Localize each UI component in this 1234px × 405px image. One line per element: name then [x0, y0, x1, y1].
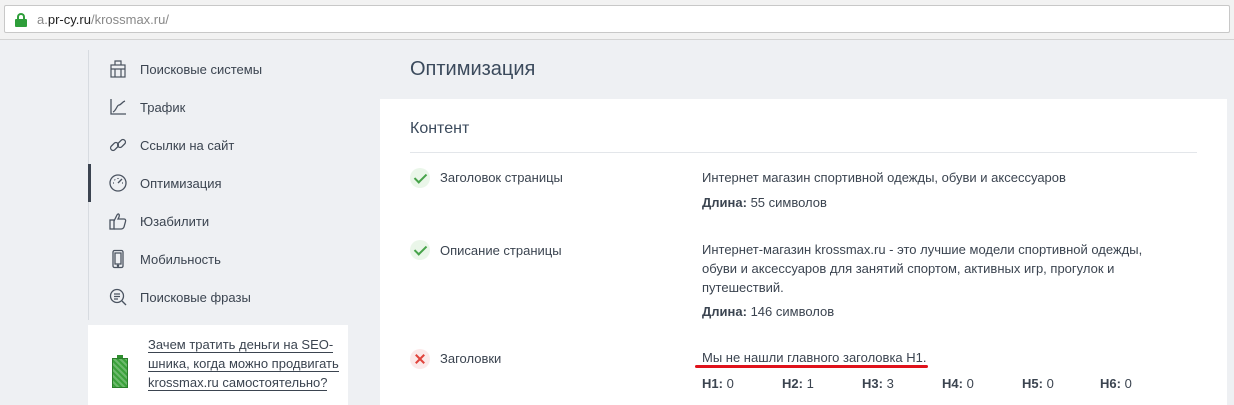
divider	[410, 152, 1197, 153]
check-icon	[410, 240, 430, 260]
url-field[interactable]: a.pr-cy.ru/krossmax.ru/	[4, 5, 1230, 33]
sidebar-item-label: Юзабилити	[140, 213, 210, 229]
speedometer-icon	[109, 174, 127, 192]
check-icon	[410, 168, 430, 188]
sidebar-item-label: Трафик	[140, 99, 186, 115]
row-value-headings: Мы не нашли главного заголовка H1.	[695, 350, 928, 368]
sidebar-item-label: Ссылки на сайт	[140, 137, 235, 153]
browser-address-bar: a.pr-cy.ru/krossmax.ru/	[0, 0, 1234, 40]
promo-link[interactable]: Зачем тратить деньги на SEO-шника, когда…	[148, 335, 343, 392]
search-phrases-icon	[109, 288, 127, 306]
red-underline-annotation	[695, 365, 928, 368]
search-engines-icon	[110, 60, 126, 78]
sidebar-item-label: Поисковые фразы	[140, 289, 251, 305]
section-title: Контент	[410, 120, 470, 137]
heading-count-h6: H6: 0	[1100, 376, 1132, 391]
sidebar-item-search-phrases[interactable]: Поисковые фразы	[88, 278, 350, 316]
row-value-page-description: Интернет-магазин krossmax.ru - это лучши…	[702, 242, 1143, 295]
lock-icon	[15, 13, 27, 27]
content-panel: Контент Заголовок страницы Интернет мага…	[380, 99, 1227, 405]
sidebar-item-links[interactable]: Ссылки на сайт	[88, 126, 350, 164]
sidebar-item-mobile[interactable]: Мобильность	[88, 240, 350, 278]
row-label-page-description: Описание страницы	[440, 243, 562, 258]
page-title: Оптимизация	[410, 58, 536, 80]
sidebar-item-usability[interactable]: Юзабилити	[88, 202, 350, 240]
sidebar-item-traffic[interactable]: Трафик	[88, 88, 350, 126]
promo-card[interactable]: Зачем тратить деньги на SEO-шника, когда…	[88, 325, 348, 405]
heading-count-h1: H1: 0	[702, 376, 734, 391]
row-label-page-title: Заголовок страницы	[440, 170, 563, 185]
heading-count-h5: H5: 0	[1022, 376, 1054, 391]
sidebar-item-search-engines[interactable]: Поисковые системы	[88, 50, 350, 88]
sidebar-item-label: Поисковые системы	[140, 61, 263, 77]
heading-count-h3: H3: 3	[862, 376, 894, 391]
thumbs-up-icon	[109, 213, 127, 230]
row-meta-page-title: Длина: 55 символов	[702, 195, 827, 210]
sidebar-item-label: Оптимизация	[140, 175, 222, 191]
url-text[interactable]: a.pr-cy.ru/krossmax.ru/	[37, 12, 169, 27]
row-meta-page-description: Длина: 146 символов	[702, 304, 835, 319]
row-label-headings: Заголовки	[440, 351, 502, 366]
traffic-chart-icon	[110, 99, 126, 115]
battery-icon	[112, 355, 128, 388]
row-value-page-title: Интернет магазин спортивной одежды, обув…	[702, 170, 1066, 185]
sidebar-item-optimization[interactable]: Оптимизация	[88, 164, 350, 202]
link-icon	[109, 138, 127, 152]
sidebar-item-label: Мобильность	[140, 251, 221, 267]
heading-count-h2: H2: 1	[782, 376, 814, 391]
sidebar-nav: Поисковые системы Трафик Ссылки на сайт …	[88, 50, 350, 320]
error-icon	[410, 349, 430, 369]
heading-count-h4: H4: 0	[942, 376, 974, 391]
mobile-phone-icon	[112, 249, 124, 269]
